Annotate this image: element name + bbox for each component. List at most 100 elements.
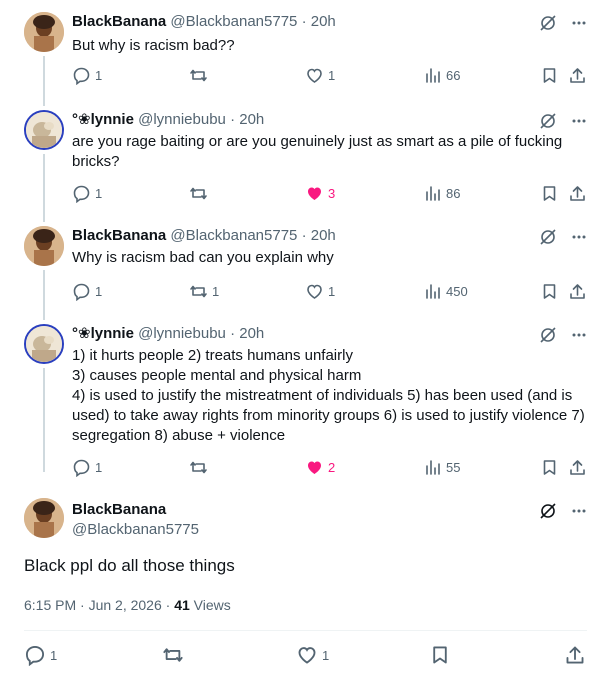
reply-button[interactable]: 1	[72, 458, 102, 477]
divider	[24, 630, 587, 631]
repost-icon	[189, 66, 208, 85]
handle[interactable]: @Blackbanan5775	[170, 13, 297, 30]
avatar[interactable]	[24, 226, 64, 266]
avatar[interactable]	[24, 498, 64, 538]
text-line: 3) causes people mental and physical har…	[72, 367, 362, 384]
avatar[interactable]	[24, 110, 64, 150]
separator: ·	[230, 111, 236, 128]
display-name[interactable]: °❀lynnie	[72, 111, 134, 128]
views-count: 41	[174, 597, 190, 613]
grok-icon[interactable]	[539, 502, 557, 520]
handle[interactable]: @Blackbanan5775	[170, 227, 297, 244]
grok-icon[interactable]	[539, 228, 557, 246]
like-button[interactable]: 1	[305, 282, 335, 301]
share-button[interactable]	[568, 282, 587, 301]
timestamp[interactable]: 20h	[239, 325, 264, 342]
like-count: 1	[328, 68, 336, 83]
views-count: 450	[446, 284, 468, 299]
tweet-text: are you rage baiting or are you genuinel…	[72, 133, 563, 170]
grok-icon[interactable]	[539, 326, 557, 344]
share-button[interactable]	[568, 184, 587, 203]
display-name[interactable]: BlackBanana	[72, 500, 199, 520]
bookmark-button[interactable]	[540, 458, 559, 477]
grok-icon[interactable]	[539, 112, 557, 130]
reply-count: 1	[95, 284, 103, 299]
repost-button[interactable]	[189, 458, 212, 477]
reply-icon	[72, 282, 91, 301]
views-button[interactable]: 450	[423, 282, 468, 301]
share-button[interactable]	[564, 644, 586, 666]
share-button[interactable]	[568, 458, 587, 477]
more-icon[interactable]	[571, 234, 587, 240]
views-label: Views	[193, 597, 231, 613]
tweet[interactable]: BlackBanana @Blackbanan5775 · 20h But wh…	[0, 0, 599, 106]
share-button[interactable]	[568, 66, 587, 85]
reply-icon	[24, 644, 46, 666]
timestamp[interactable]: 20h	[239, 111, 264, 128]
bookmark-icon	[540, 458, 559, 477]
repost-icon	[162, 644, 184, 666]
tweet-text: But why is racism bad??	[72, 37, 235, 54]
tweet-text: 1) it hurts people 2) treats humans unfa…	[72, 346, 587, 446]
like-button[interactable]: 3	[305, 184, 335, 203]
more-icon[interactable]	[571, 332, 587, 338]
views-count: 55	[446, 460, 461, 475]
repost-button[interactable]	[162, 644, 184, 666]
share-icon	[568, 458, 587, 477]
handle[interactable]: @lynniebubu	[138, 325, 226, 342]
bookmark-icon	[540, 66, 559, 85]
share-icon	[568, 282, 587, 301]
share-icon	[564, 644, 586, 666]
like-button[interactable]: 2	[305, 458, 335, 477]
bookmark-button[interactable]	[429, 644, 451, 666]
more-icon[interactable]	[571, 20, 587, 26]
text-line: 4) is used to justify the mistreatment o…	[72, 387, 585, 444]
tweet-text: Black ppl do all those things	[24, 556, 235, 575]
like-button[interactable]: 1	[296, 644, 329, 666]
heart-icon	[305, 282, 324, 301]
views-button[interactable]: 86	[423, 184, 460, 203]
display-name[interactable]: BlackBanana	[72, 13, 166, 30]
tweet[interactable]: BlackBanana @Blackbanan5775 · 20h Why is…	[0, 222, 599, 320]
bookmark-button[interactable]	[540, 282, 559, 301]
timestamp[interactable]: 20h	[311, 13, 336, 30]
like-button[interactable]: 1	[305, 66, 335, 85]
avatar[interactable]	[24, 324, 64, 364]
heart-filled-icon	[305, 184, 324, 203]
display-name[interactable]: °❀lynnie	[72, 325, 134, 342]
main-tweet: BlackBanana @Blackbanan5775 Black ppl do…	[0, 490, 599, 679]
reply-button[interactable]: 1	[72, 282, 102, 301]
tweet[interactable]: °❀lynnie @lynniebubu · 20h 1) it hurts p…	[0, 320, 599, 490]
reply-button[interactable]: 1	[24, 644, 57, 666]
like-count: 1	[322, 647, 330, 663]
views-button[interactable]: 55	[423, 458, 460, 477]
display-name[interactable]: BlackBanana	[72, 227, 166, 244]
timestamp[interactable]: 20h	[311, 227, 336, 244]
repost-button[interactable]	[189, 184, 212, 203]
timestamp[interactable]: 6:15 PM · Jun 2, 2026 ·	[24, 597, 170, 613]
more-icon[interactable]	[571, 508, 587, 514]
repost-icon	[189, 184, 208, 203]
reply-button[interactable]: 1	[72, 66, 102, 85]
repost-icon	[189, 282, 208, 301]
handle[interactable]: @Blackbanan5775	[72, 520, 199, 540]
grok-icon[interactable]	[539, 14, 557, 32]
bookmark-icon	[540, 184, 559, 203]
repost-count: 1	[212, 284, 220, 299]
like-count: 3	[328, 186, 336, 201]
like-count: 1	[328, 284, 336, 299]
reply-button[interactable]: 1	[72, 184, 102, 203]
views-button[interactable]: 66	[423, 66, 460, 85]
views-icon	[423, 282, 442, 301]
handle[interactable]: @lynniebubu	[138, 111, 226, 128]
bookmark-button[interactable]	[540, 66, 559, 85]
repost-button[interactable]	[189, 66, 212, 85]
bookmark-button[interactable]	[540, 184, 559, 203]
repost-button[interactable]: 1	[189, 282, 219, 301]
tweet[interactable]: °❀lynnie @lynniebubu · 20h are you rage …	[0, 106, 599, 222]
bookmark-icon	[429, 644, 451, 666]
more-icon[interactable]	[571, 118, 587, 124]
avatar[interactable]	[24, 12, 64, 52]
separator: ·	[230, 325, 236, 342]
reply-icon	[72, 184, 91, 203]
